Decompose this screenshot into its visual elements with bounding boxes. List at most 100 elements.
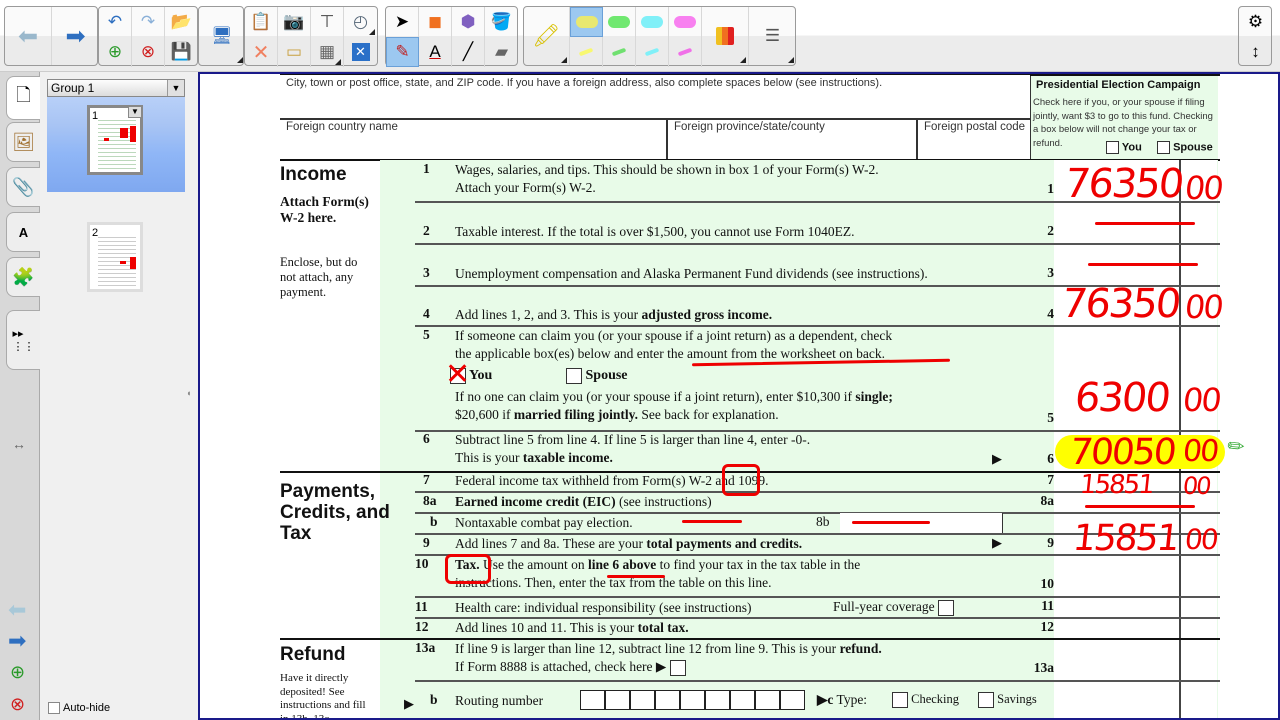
- panel-resize-handle[interactable]: ◖: [186, 388, 191, 398]
- document-canvas[interactable]: City, town or post office, state, and ZI…: [198, 72, 1280, 720]
- group-select[interactable]: Group 1 ▼: [47, 79, 185, 97]
- line-5-value: 6300: [1072, 375, 1172, 421]
- delete-page-button[interactable]: ⊗: [132, 37, 165, 67]
- line-8a-text: Earned income credit (EIC) (see instruct…: [455, 494, 712, 509]
- you-checkbox-x-mark: ✕: [445, 358, 471, 391]
- line-13a-box-label: 13a: [1033, 660, 1054, 675]
- shapes-tool-button[interactable]: ◼: [419, 7, 452, 37]
- chevron-down-icon[interactable]: ▼: [167, 80, 184, 96]
- page-thumbnail-2[interactable]: 2: [87, 222, 143, 292]
- magenta-highlighter-thick[interactable]: [669, 7, 702, 37]
- undo-button[interactable]: ↶: [99, 7, 132, 37]
- select-tool-button[interactable]: ➤: [386, 7, 419, 37]
- line-5-text-b: If no one can claim you (or your spouse …: [455, 389, 893, 422]
- tools-group: ➤ ◼ ⬢ 🪣 ✎ A ╱ ▰: [385, 6, 518, 67]
- save-button[interactable]: 💾: [165, 37, 198, 67]
- address-label: City, town or post office, state, and ZI…: [286, 77, 883, 89]
- fill-tool-button[interactable]: 🪣: [485, 7, 518, 37]
- delete-page-icon[interactable]: ⊗: [10, 694, 25, 715]
- divider: [666, 118, 668, 160]
- page-sorter-tab[interactable]: 🗋: [6, 76, 40, 120]
- cyan-highlighter-thin[interactable]: [636, 37, 669, 67]
- text-tool-button[interactable]: A: [419, 37, 452, 67]
- pen-properties-group: 🖍 ☰: [523, 6, 796, 67]
- line-9-number: 9: [423, 535, 430, 550]
- arrow-icon: ▶: [404, 696, 414, 711]
- paste-button[interactable]: 📋: [245, 7, 278, 37]
- yellow-highlighter-thin[interactable]: [570, 37, 603, 67]
- screen-capture-button[interactable]: 📷: [278, 7, 311, 37]
- full-year-coverage[interactable]: Full-year coverage: [833, 599, 954, 616]
- attachments-tab[interactable]: 📎: [6, 167, 40, 207]
- page-thumbnail-1[interactable]: 1 ▼: [87, 105, 143, 175]
- gallery-tab[interactable]: 🖼: [6, 122, 40, 162]
- main-toolbar: ⬅ ➡ ↶ ↷ 📂 ⊕ ⊗ 💾 🖥 📋 📷 ⊤ ◴ ✕ ▭ ▦ ✕ ➤ ◼ ⬢ …: [0, 0, 1280, 72]
- line-11-number: 11: [415, 599, 428, 614]
- add-page-icon[interactable]: ⊕: [10, 662, 25, 683]
- highlighter-type-button[interactable]: 🖍: [524, 7, 570, 65]
- document-camera-button[interactable]: ⊤: [311, 7, 344, 37]
- line-1-text: Wages, salaries, and tips. This should b…: [455, 162, 879, 195]
- line-13a-text: If line 9 is larger than line 12, subtra…: [455, 641, 882, 676]
- screen-shade-button[interactable]: 🖥: [199, 7, 245, 65]
- table-button[interactable]: ▦: [311, 37, 344, 67]
- line-1-value: 76350: [1062, 161, 1185, 207]
- green-highlighter-thin[interactable]: [603, 37, 636, 67]
- income-enclose-note: Enclose, but do not attach, any payment.: [280, 255, 358, 299]
- previous-page-button[interactable]: ⬅: [5, 7, 52, 65]
- line-2-dash: [1095, 222, 1195, 225]
- auto-hide-label: Auto-hide: [63, 702, 111, 714]
- settings-gear-button[interactable]: ⚙: [1239, 7, 1272, 37]
- routing-number-input[interactable]: [580, 690, 805, 710]
- cyan-highlighter-thick[interactable]: [636, 7, 669, 37]
- pens-tool-button[interactable]: ✎: [386, 37, 419, 67]
- screen-shade-show-button[interactable]: ▭: [278, 37, 311, 67]
- line-8a-box-label: 8a: [1040, 493, 1055, 508]
- next-page-icon[interactable]: ➡: [8, 628, 26, 654]
- next-page-button[interactable]: ➡: [52, 7, 99, 65]
- color-palette-button[interactable]: [702, 7, 749, 65]
- line-3-box-label: 3: [1047, 265, 1054, 280]
- line-10-number: 10: [415, 556, 429, 571]
- properties-tab[interactable]: A: [6, 212, 40, 252]
- checking-checkbox[interactable]: Checking: [892, 692, 959, 709]
- full-screen-button[interactable]: ✕: [344, 37, 377, 67]
- polygon-tool-button[interactable]: ⬢: [452, 7, 485, 37]
- redo-button[interactable]: ↷: [132, 7, 165, 37]
- auto-hide-checkbox[interactable]: [48, 702, 60, 714]
- eraser-tool-button[interactable]: ▰: [485, 37, 518, 67]
- arrow-icon: ▶: [992, 451, 1002, 466]
- foreign-province-label: Foreign province/state/county: [674, 121, 825, 133]
- expand-sidebar-button[interactable]: ▸▸ ⋮⋮: [6, 310, 40, 370]
- line-tool-button[interactable]: ╱: [452, 37, 485, 67]
- line-11-text: Health care: individual responsibility (…: [455, 600, 752, 615]
- add-ons-tab[interactable]: 🧩: [6, 257, 40, 297]
- line-5-spouse-checkbox[interactable]: Spouse: [566, 368, 628, 384]
- file-group: ↶ ↷ 📂 ⊕ ⊗ 💾: [98, 6, 198, 67]
- page-menu-icon[interactable]: ▼: [128, 106, 142, 118]
- magenta-highlighter-thin[interactable]: [669, 37, 702, 67]
- yellow-highlighter-thick[interactable]: [570, 7, 603, 37]
- line-style-button[interactable]: ☰: [749, 7, 796, 65]
- line-6-box-label: 6: [1047, 451, 1054, 466]
- previous-page-icon[interactable]: ⬅: [8, 597, 26, 623]
- income-attach-note: Attach Form(s) W-2 here.: [280, 194, 369, 225]
- refund-title: Refund: [280, 644, 346, 665]
- delete-button[interactable]: ✕: [245, 37, 278, 67]
- line-6-value: 70050: [1067, 432, 1177, 473]
- savings-checkbox[interactable]: Savings: [978, 692, 1037, 709]
- income-title: Income: [280, 164, 347, 185]
- add-page-button[interactable]: ⊕: [99, 37, 132, 67]
- campaign-spouse-checkbox[interactable]: Spouse: [1157, 141, 1213, 154]
- form-8888-checkbox[interactable]: [669, 659, 686, 676]
- auto-hide-toggle[interactable]: Auto-hide: [48, 702, 110, 714]
- green-highlighter-thick[interactable]: [603, 7, 636, 37]
- line-12-number: 12: [415, 619, 429, 634]
- open-file-button[interactable]: 📂: [165, 7, 198, 37]
- line-8b-dash-2: [852, 521, 930, 524]
- line-7-cents: 00: [1181, 472, 1212, 500]
- campaign-you-checkbox[interactable]: You: [1106, 141, 1142, 154]
- measurement-tools-button[interactable]: ◴: [344, 7, 377, 37]
- panel-width-handle[interactable]: ↔: [12, 436, 26, 452]
- move-toolbar-button[interactable]: ↕: [1239, 37, 1272, 67]
